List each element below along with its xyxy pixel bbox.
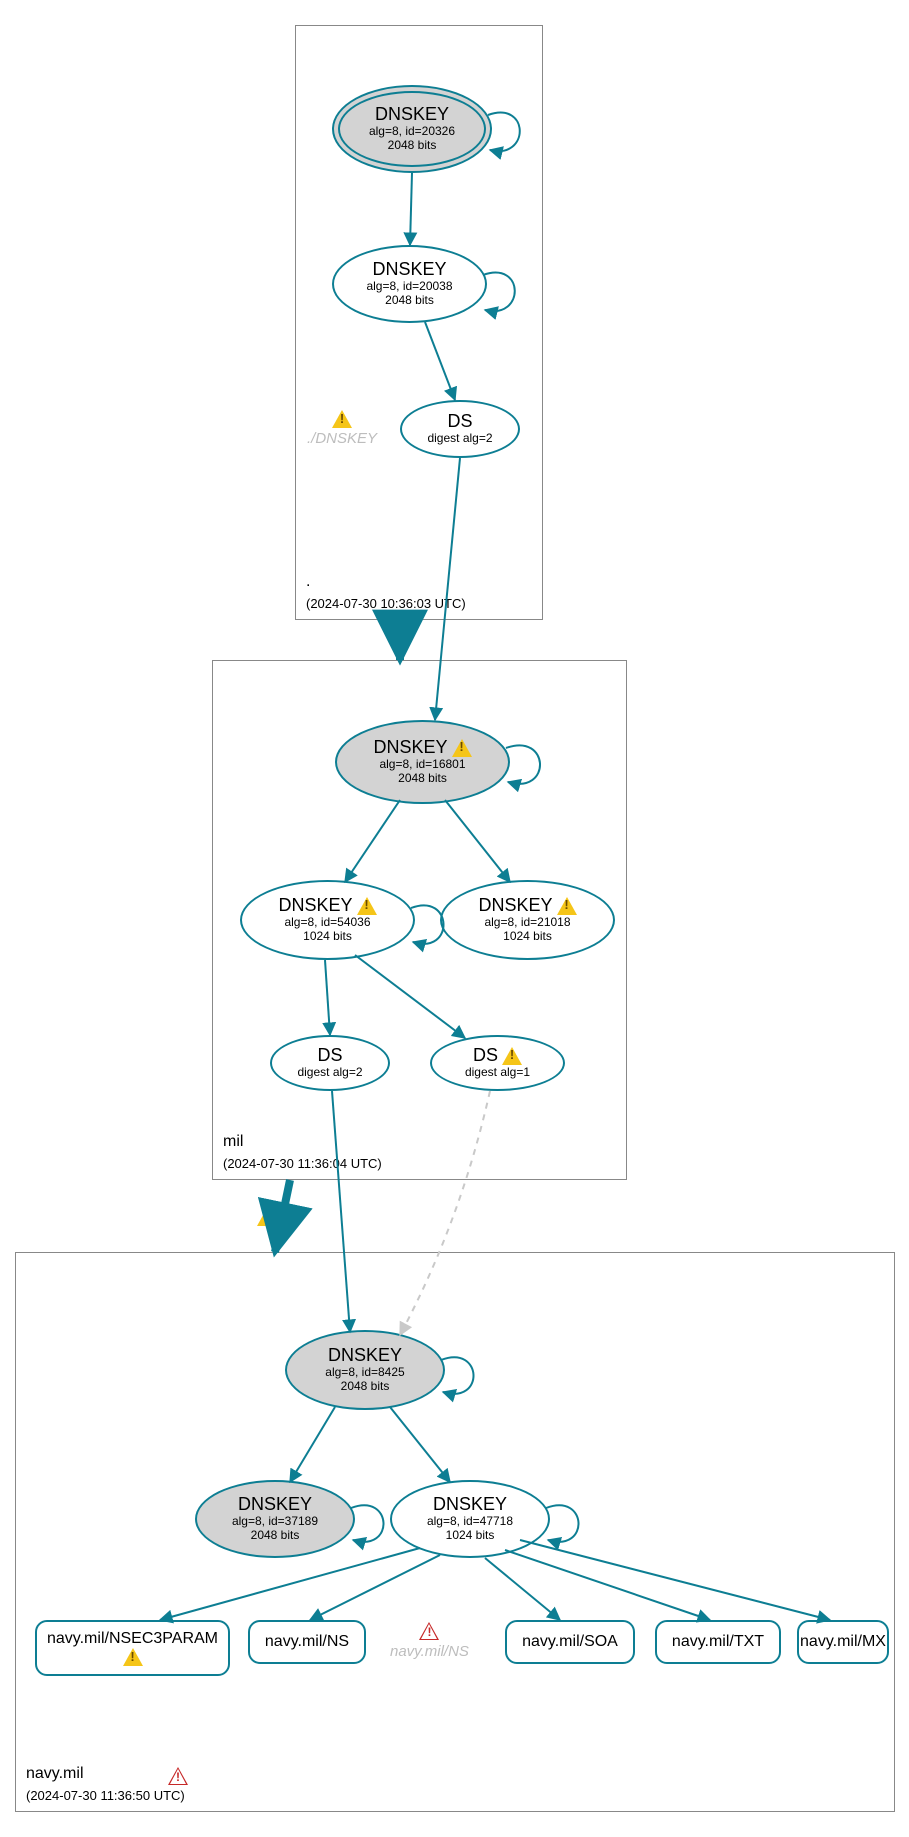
- dnskey-root-ksk[interactable]: DNSKEY alg=8, id=20326 2048 bits: [332, 85, 492, 173]
- warning-icon: [332, 410, 352, 428]
- warning-icon: [257, 1208, 277, 1226]
- subtext: alg=8, id=21018: [484, 916, 570, 930]
- warning-icon: [123, 1648, 143, 1666]
- subtext: 1024 bits: [303, 930, 352, 944]
- warning-icon: [452, 739, 472, 757]
- label: DNSKEY: [328, 1346, 402, 1366]
- ghost-root-dnskey: ./DNSKEY: [307, 410, 377, 447]
- subtext: 2048 bits: [388, 139, 437, 153]
- subtext: digest alg=2: [297, 1066, 362, 1080]
- subtext: alg=8, id=47718: [427, 1515, 513, 1529]
- zone-navy-time: (2024-07-30 11:36:50 UTC): [26, 1788, 185, 1803]
- dnskey-navy-k2[interactable]: DNSKEY alg=8, id=37189 2048 bits: [195, 1480, 355, 1558]
- dnskey-navy-ksk[interactable]: DNSKEY alg=8, id=8425 2048 bits: [285, 1330, 445, 1410]
- zone-navy-label: navy.mil: [26, 1765, 84, 1783]
- label: DNSKEY: [372, 260, 446, 280]
- subtext: alg=8, id=8425: [325, 1366, 404, 1380]
- zone-root-label: .: [306, 573, 310, 591]
- rr-nsec3param[interactable]: navy.mil/NSEC3PARAM: [35, 1620, 230, 1676]
- subtext: alg=8, id=20326: [369, 125, 455, 139]
- warning-icon: [502, 1047, 522, 1065]
- label: DS: [447, 412, 472, 432]
- ds-mil-1[interactable]: DS digest alg=2: [270, 1035, 390, 1091]
- subtext: alg=8, id=16801: [379, 758, 465, 772]
- subtext: 1024 bits: [446, 1529, 495, 1543]
- subtext: 2048 bits: [341, 1380, 390, 1394]
- subtext: alg=8, id=20038: [366, 280, 452, 294]
- rr-soa[interactable]: navy.mil/SOA: [505, 1620, 635, 1664]
- error-icon: [419, 1623, 439, 1641]
- ds-mil-2[interactable]: DS digest alg=1: [430, 1035, 565, 1091]
- zone-mil-time: (2024-07-30 11:36:04 UTC): [223, 1156, 382, 1171]
- label: DNSKEY: [478, 896, 552, 916]
- zone-navy-error: [168, 1768, 188, 1791]
- label: navy.mil/TXT: [672, 1633, 764, 1651]
- dnskey-mil-zsk1[interactable]: DNSKEY alg=8, id=54036 1024 bits: [240, 880, 415, 960]
- dnskey-navy-zsk[interactable]: DNSKEY alg=8, id=47718 1024 bits: [390, 1480, 550, 1558]
- label: DNSKEY: [433, 1495, 507, 1515]
- label: navy.mil/NS: [265, 1633, 349, 1651]
- label: DS: [317, 1046, 342, 1066]
- label: navy.mil/NSEC3PARAM: [47, 1630, 218, 1648]
- zone-mil-label: mil: [223, 1133, 243, 1151]
- delegation-warning: [257, 1208, 277, 1231]
- ghost-label: ./DNSKEY: [307, 430, 377, 447]
- ds-root[interactable]: DS digest alg=2: [400, 400, 520, 458]
- subtext: alg=8, id=37189: [232, 1515, 318, 1529]
- subtext: digest alg=1: [465, 1066, 530, 1080]
- ghost-navy-ns: navy.mil/NS: [390, 1623, 469, 1660]
- label: DNSKEY: [375, 105, 449, 125]
- label: navy.mil/MX: [800, 1633, 886, 1651]
- warning-icon: [357, 897, 377, 915]
- label: DS: [473, 1046, 498, 1066]
- subtext: 2048 bits: [398, 772, 447, 786]
- label: navy.mil/SOA: [522, 1633, 618, 1651]
- dnskey-root-zsk[interactable]: DNSKEY alg=8, id=20038 2048 bits: [332, 245, 487, 323]
- label: DNSKEY: [238, 1495, 312, 1515]
- subtext: alg=8, id=54036: [284, 916, 370, 930]
- warning-icon: [557, 897, 577, 915]
- subtext: 2048 bits: [385, 294, 434, 308]
- zone-root-time: (2024-07-30 10:36:03 UTC): [306, 596, 466, 611]
- label: DNSKEY: [278, 896, 352, 916]
- rr-txt[interactable]: navy.mil/TXT: [655, 1620, 781, 1664]
- subtext: 1024 bits: [503, 930, 552, 944]
- rr-ns[interactable]: navy.mil/NS: [248, 1620, 366, 1664]
- dnskey-mil-zsk2[interactable]: DNSKEY alg=8, id=21018 1024 bits: [440, 880, 615, 960]
- subtext: 2048 bits: [251, 1529, 300, 1543]
- label: DNSKEY: [373, 738, 447, 758]
- error-icon: [168, 1768, 188, 1786]
- rr-mx[interactable]: navy.mil/MX: [797, 1620, 889, 1664]
- subtext: digest alg=2: [427, 432, 492, 446]
- ghost-label: navy.mil/NS: [390, 1643, 469, 1660]
- dnskey-mil-ksk[interactable]: DNSKEY alg=8, id=16801 2048 bits: [335, 720, 510, 804]
